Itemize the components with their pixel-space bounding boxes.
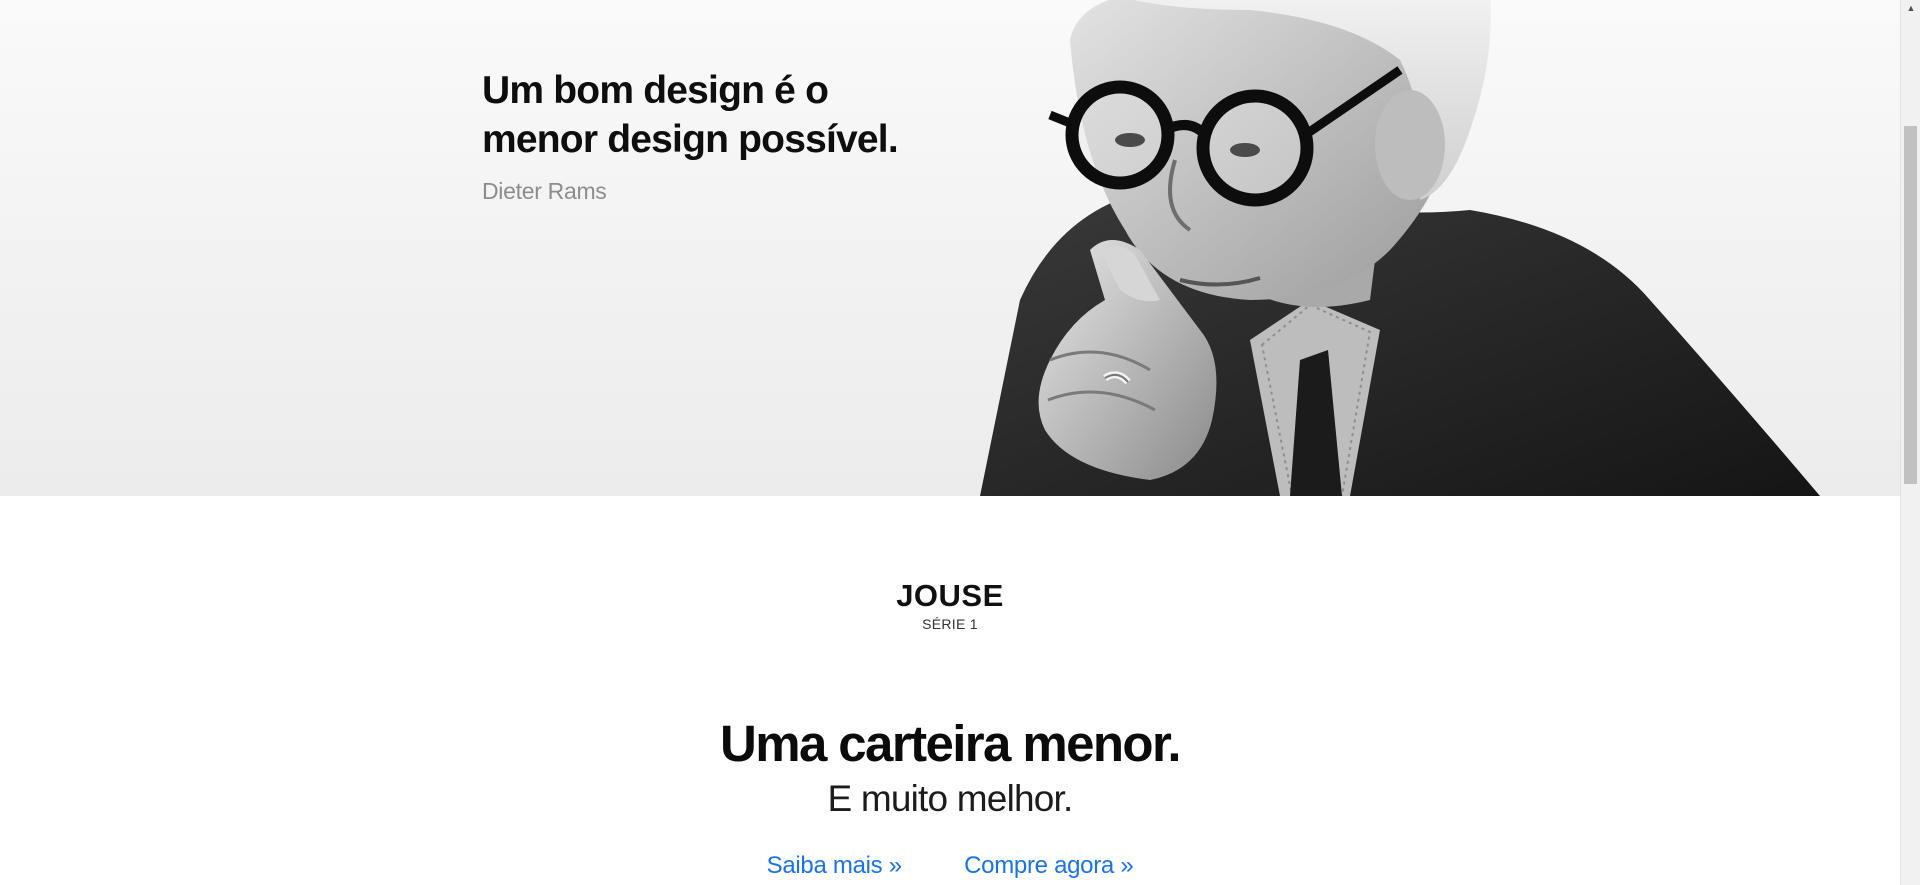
brand-logo: JOUSE [896, 578, 1004, 613]
page: Um bom design é o menor design possível.… [0, 0, 1920, 885]
learn-more-link[interactable]: Saiba mais » [767, 852, 902, 879]
quote-block: Um bom design é o menor design possível.… [482, 66, 942, 205]
buy-now-link[interactable]: Compre agora » [964, 852, 1134, 879]
portrait-image [950, 0, 1830, 496]
vertical-scrollbar[interactable]: ▲ [1900, 0, 1920, 885]
scrollbar-thumb[interactable] [1904, 126, 1917, 484]
product-section: JOUSE SÉRIE 1 Uma carteira menor. E muit… [0, 496, 1900, 885]
cta-links: Saiba mais » Compre agora » [0, 852, 1900, 880]
series-label: SÉRIE 1 [922, 616, 978, 632]
product-headline: Uma carteira menor. [719, 715, 1182, 772]
hero-section: Um bom design é o menor design possível.… [0, 0, 1900, 496]
hero-quote: Um bom design é o menor design possível. [482, 69, 899, 161]
quote-author: Dieter Rams [482, 178, 607, 204]
chevron-up-icon[interactable]: ▲ [1901, 0, 1920, 17]
product-subheadline: E muito melhor. [827, 778, 1073, 819]
